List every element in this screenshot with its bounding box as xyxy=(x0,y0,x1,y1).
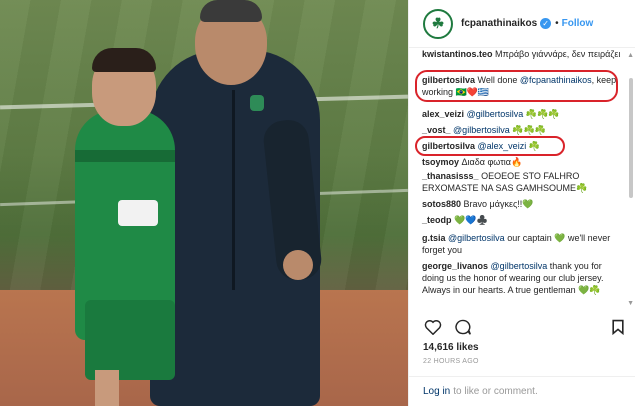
comment-item: _teodp 💚💙♣️ xyxy=(422,214,622,226)
heart-icon[interactable] xyxy=(423,318,443,336)
comment-username[interactable]: g.tsia xyxy=(422,233,446,243)
comment-icon[interactable] xyxy=(453,318,473,336)
instagram-post-frame: ☘ fcpanathinaikos ✓ • Follow kwistantino… xyxy=(0,0,635,406)
comments-list[interactable]: kwistantinos.teo Μπράβο γιάννάρε, δεν πε… xyxy=(409,0,629,314)
likes-count[interactable]: 14,616 likes xyxy=(423,342,479,353)
photo-player-shorts xyxy=(85,300,175,380)
comment-text: Bravo μάγκες!!💚 xyxy=(463,199,534,209)
photo-coach-hand xyxy=(283,250,313,280)
comment-username[interactable]: _vost_ xyxy=(422,125,451,135)
photo-coach-zip xyxy=(232,90,235,290)
comment-username[interactable]: tsoymoy xyxy=(422,157,459,167)
comment-item: g.tsia @gilbertosilva our captain 💚 we'l… xyxy=(422,232,622,256)
comment-item: _thanasisss_ ΟΕΟΕΟΕ STO FALHRO ERXOMASTE… xyxy=(422,170,622,194)
comment-text: ☘️☘️☘️ xyxy=(512,125,546,135)
photo-player-stripe xyxy=(75,150,175,162)
post-sidebar: ☘ fcpanathinaikos ✓ • Follow kwistantino… xyxy=(408,0,635,406)
photo-coach-badge xyxy=(250,95,264,111)
comment-username[interactable]: _thanasisss_ xyxy=(422,171,479,181)
comment-item: sotos880 Bravo μάγκες!!💚 xyxy=(422,198,622,210)
comment-mention[interactable]: @gilbertosilva xyxy=(467,109,524,119)
comment-text: Διαδα φωτια🔥 xyxy=(461,157,523,167)
highlight-circle xyxy=(415,136,565,156)
comment-mention[interactable]: @gilbertosilva xyxy=(448,233,505,243)
post-actions xyxy=(423,316,628,338)
comment-item: tsoymoy Διαδα φωτια🔥 xyxy=(422,156,622,168)
login-link[interactable]: Log in xyxy=(423,386,450,397)
photo-coach-hair xyxy=(200,0,262,22)
photo-player-sponsor xyxy=(118,200,158,226)
comment-username[interactable]: alex_veizi xyxy=(422,109,464,119)
comment-item: _vost_ @gilbertosilva ☘️☘️☘️ xyxy=(422,124,622,136)
comment-item: alex_veizi @gilbertosilva ☘️☘️☘️ xyxy=(422,108,622,120)
comment-username[interactable]: _teodp xyxy=(422,215,452,225)
comment-text: 💚💙♣️ xyxy=(454,215,488,225)
photo-player-leg xyxy=(95,370,119,406)
comment-mention[interactable]: @gilbertosilva xyxy=(491,261,548,271)
comment-text: ☘️☘️☘️ xyxy=(525,109,560,119)
post-timestamp[interactable]: 22 HOURS AGO xyxy=(423,358,479,365)
comment-item: kwistantinos.teo Μπράβο γιάννάρε, δεν πε… xyxy=(422,48,622,60)
login-footer: Log in to like or comment. xyxy=(409,376,635,406)
comment-mention[interactable]: @gilbertosilva xyxy=(453,125,510,135)
scroll-up-icon[interactable]: ▲ xyxy=(627,52,634,59)
post-photo[interactable] xyxy=(0,0,408,406)
scroll-down-icon[interactable]: ▼ xyxy=(627,300,634,307)
photo-player-hair xyxy=(92,48,156,72)
login-prompt: to like or comment. xyxy=(453,386,538,397)
bookmark-icon[interactable] xyxy=(608,318,628,336)
comment-username[interactable]: george_livanos xyxy=(422,261,488,271)
highlight-circle xyxy=(415,70,618,102)
comments-scrollbar[interactable] xyxy=(629,78,633,198)
comment-username[interactable]: sotos880 xyxy=(422,199,461,209)
comment-item: george_livanos @gilbertosilva thank you … xyxy=(422,260,622,296)
comment-username[interactable]: kwistantinos.teo xyxy=(422,49,493,59)
